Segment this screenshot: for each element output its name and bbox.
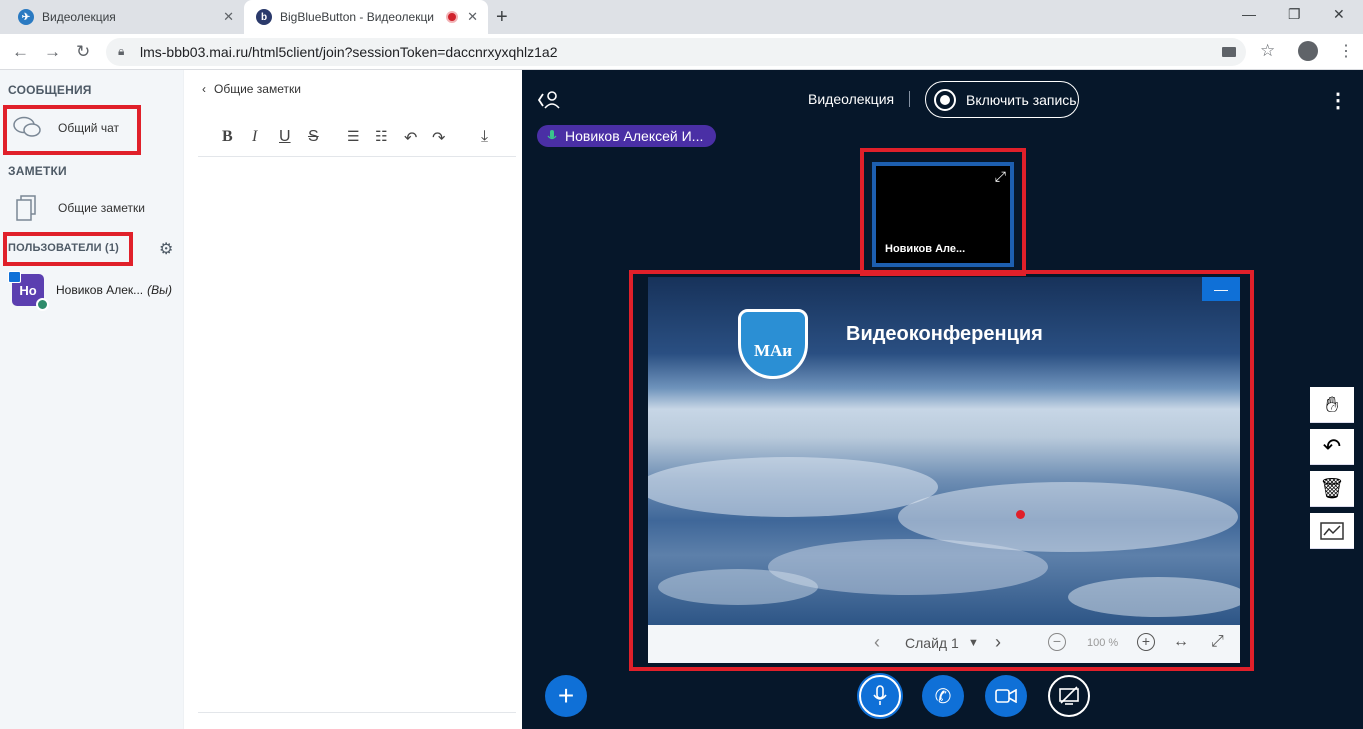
address-bar: ← → ↻ 🔒︎ lms-bbb03.mai.ru/html5client/jo… bbox=[0, 34, 1363, 70]
fit-width-icon[interactable]: ↔ bbox=[1173, 633, 1189, 651]
leave-audio-button[interactable]: ✆ bbox=[922, 675, 964, 717]
browser-menu-icon[interactable]: ⋮ bbox=[1338, 41, 1354, 61]
undo-icon[interactable]: ↶ bbox=[404, 128, 417, 148]
camera-permission-icon[interactable] bbox=[1222, 47, 1236, 57]
meeting-title: Видеолекция bbox=[808, 91, 895, 107]
slide-title: Видеоконференция bbox=[846, 323, 1043, 345]
zoom-level: 100 % bbox=[1087, 637, 1119, 649]
lock-icon: 🔒︎ bbox=[118, 44, 125, 58]
presentation-toolbar: ‹ Слайд 1 ▼ › − 100 % + ↔ ⤢ bbox=[648, 625, 1240, 663]
talker-name: Новиков Алексей И... bbox=[565, 128, 704, 144]
notes-back-label: Общие заметки bbox=[214, 82, 301, 96]
microphone-icon bbox=[547, 130, 557, 140]
webcam-video[interactable]: ⤢ Новиков Але... bbox=[872, 162, 1014, 267]
microphone-status-icon bbox=[36, 298, 49, 311]
notes-back-button[interactable]: ‹ Общие заметки bbox=[202, 82, 301, 96]
notes-heading: ЗАМЕТКИ bbox=[8, 164, 67, 178]
users-settings-gear-icon[interactable]: ⚙ bbox=[159, 239, 173, 259]
back-icon[interactable]: ← bbox=[12, 42, 29, 62]
tab-title: BigBlueButton - Видеолекци bbox=[280, 10, 435, 24]
slide-selector[interactable]: Слайд 1 bbox=[905, 635, 959, 651]
close-tab-icon[interactable]: ✕ bbox=[467, 9, 478, 25]
recording-indicator-icon bbox=[446, 11, 458, 23]
prev-slide-icon[interactable]: ‹ bbox=[874, 632, 880, 653]
presentation-slide[interactable]: МАи Видеоконференция — bbox=[648, 277, 1240, 625]
record-button[interactable]: Включить запись bbox=[925, 81, 1079, 118]
bold-button[interactable]: B bbox=[222, 128, 233, 146]
notes-icon bbox=[16, 195, 36, 221]
minimize-icon[interactable]: — bbox=[1242, 6, 1256, 22]
close-tab-icon[interactable]: ✕ bbox=[223, 9, 234, 25]
avatar: Но bbox=[8, 271, 49, 311]
title-separator bbox=[909, 91, 910, 107]
toolbar-divider bbox=[198, 156, 516, 157]
tab-videolecture[interactable]: ✈ Видеолекция ✕ bbox=[8, 0, 244, 34]
bookmark-star-icon[interactable]: ☆ bbox=[1260, 41, 1275, 61]
notes-editor[interactable] bbox=[198, 158, 516, 712]
hand-tool-icon[interactable]: ✋︎ bbox=[1310, 387, 1354, 423]
toggle-userlist-icon[interactable] bbox=[538, 90, 562, 110]
editor-bottom-divider bbox=[198, 712, 516, 713]
clear-annotations-trash-icon[interactable]: 🗑︎ bbox=[1310, 471, 1354, 507]
record-icon bbox=[934, 88, 956, 111]
ordered-list-icon[interactable]: ☰ bbox=[347, 128, 360, 145]
presenter-icon bbox=[8, 271, 21, 283]
unordered-list-icon[interactable]: ☷ bbox=[375, 128, 388, 145]
options-menu-icon[interactable]: ⋮ bbox=[1328, 88, 1348, 113]
camera-icon bbox=[995, 689, 1017, 703]
screen-share-off-icon bbox=[1059, 686, 1079, 705]
undo-annotation-icon[interactable]: ↶ bbox=[1310, 429, 1354, 465]
chevron-down-icon: ▼ bbox=[968, 637, 979, 649]
highlight-frame bbox=[3, 232, 133, 266]
multi-user-whiteboard-icon[interactable] bbox=[1310, 513, 1354, 549]
talking-indicator[interactable]: Новиков Алексей И... bbox=[537, 125, 716, 147]
user-list-item[interactable]: Но Новиков Алек... (Вы) bbox=[8, 270, 182, 311]
url-text: lms-bbb03.mai.ru/html5client/join?sessio… bbox=[140, 44, 558, 60]
reload-icon[interactable]: ↻ bbox=[76, 42, 90, 62]
redo-icon[interactable]: ↷ bbox=[432, 128, 445, 148]
zoom-out-icon[interactable]: − bbox=[1048, 633, 1066, 651]
underline-button[interactable]: U bbox=[279, 128, 291, 146]
highlight-frame bbox=[3, 105, 141, 155]
fullscreen-presentation-icon[interactable]: ⤢ bbox=[1211, 633, 1224, 651]
shared-notes-panel: ‹ Общие заметки B I U S ☰ ☷ ↶ ↷ ⤓ bbox=[183, 70, 522, 729]
tab-title: Видеолекция bbox=[42, 10, 116, 24]
fullscreen-icon[interactable]: ⤢ bbox=[995, 168, 1006, 185]
bbb-favicon-icon: b bbox=[256, 9, 272, 25]
strikethrough-button[interactable]: S bbox=[308, 128, 319, 146]
phone-icon: ✆ bbox=[934, 685, 952, 708]
forward-icon[interactable]: → bbox=[44, 42, 61, 62]
next-slide-icon[interactable]: › bbox=[995, 632, 1001, 653]
shared-notes-item[interactable]: Общие заметки bbox=[6, 188, 176, 228]
chevron-left-icon: ‹ bbox=[202, 82, 206, 96]
microphone-icon bbox=[873, 685, 887, 705]
zoom-in-icon[interactable]: + bbox=[1137, 633, 1155, 651]
browser-tab-bar: ✈ Видеолекция ✕ b BigBlueButton - Видеол… bbox=[0, 0, 1363, 34]
mute-microphone-button[interactable] bbox=[859, 675, 901, 717]
close-window-icon[interactable]: ✕ bbox=[1333, 6, 1345, 23]
new-tab-icon[interactable]: + bbox=[496, 6, 508, 29]
webcam-user-name: Новиков Але... bbox=[885, 243, 966, 255]
minimize-presentation-button[interactable]: — bbox=[1202, 277, 1240, 301]
share-screen-button[interactable] bbox=[1048, 675, 1090, 717]
profile-icon[interactable] bbox=[1298, 41, 1318, 61]
meeting-area: Видеолекция Включить запись ⋮ Новиков Ал… bbox=[522, 70, 1363, 729]
url-field[interactable]: 🔒︎ lms-bbb03.mai.ru/html5client/join?ses… bbox=[106, 38, 1246, 66]
user-name: Новиков Алек... bbox=[56, 283, 144, 297]
tab-bigbluebutton[interactable]: b BigBlueButton - Видеолекци ✕ bbox=[244, 0, 488, 34]
presentation: МАи Видеоконференция — ‹ Слайд 1 ▼ › − 1… bbox=[648, 277, 1240, 663]
actions-plus-button[interactable]: + bbox=[545, 675, 587, 717]
download-icon[interactable]: ⤓ bbox=[481, 128, 488, 146]
cursor-pointer bbox=[1016, 510, 1025, 519]
record-label: Включить запись bbox=[966, 91, 1077, 108]
restore-icon[interactable]: ❐ bbox=[1288, 6, 1301, 23]
user-list-panel: СООБЩЕНИЯ Общий чат ЗАМЕТКИ Общие заметк… bbox=[0, 70, 183, 729]
shared-notes-label: Общие заметки bbox=[58, 201, 145, 215]
messages-heading: СООБЩЕНИЯ bbox=[8, 83, 92, 97]
share-webcam-button[interactable] bbox=[985, 675, 1027, 717]
you-label: (Вы) bbox=[147, 283, 172, 297]
italic-button[interactable]: I bbox=[252, 128, 257, 146]
mai-logo: МАи bbox=[738, 309, 808, 379]
mai-favicon-icon: ✈ bbox=[18, 9, 34, 25]
